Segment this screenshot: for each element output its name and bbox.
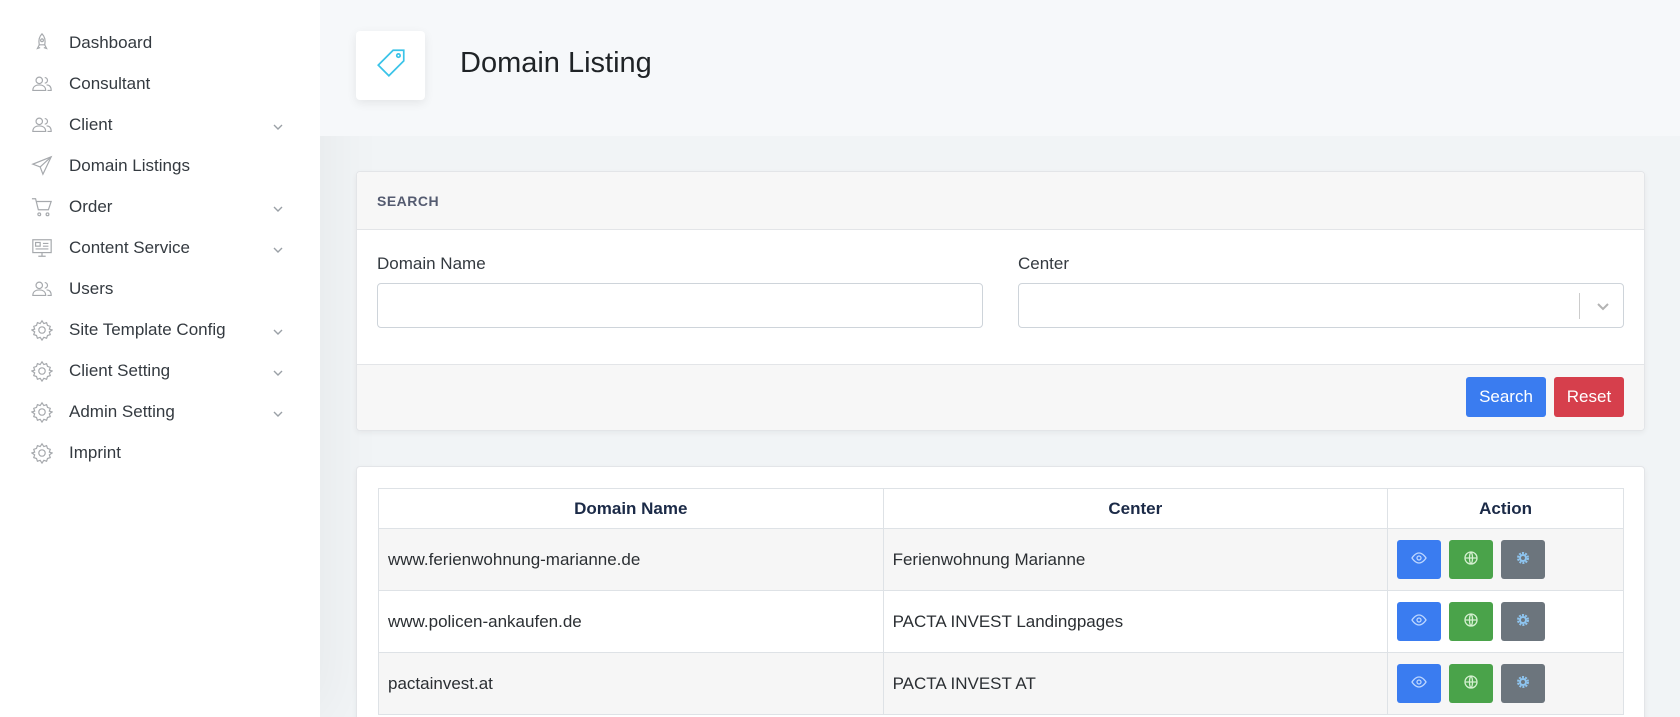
domain-name-input[interactable] xyxy=(377,283,983,328)
eye-icon xyxy=(1411,674,1427,693)
sidebar-item-label: Client xyxy=(69,114,113,134)
sidebar-item-label: Users xyxy=(69,278,114,298)
sidebar-item-label: Dashboard xyxy=(69,32,153,52)
sidebar-item-site-template-config[interactable]: Site Template Config xyxy=(30,309,286,350)
cell-center: PACTA INVEST Landingpages xyxy=(882,590,1389,653)
sidebar-item-label: Admin Setting xyxy=(69,401,175,421)
cell-center: PACTA INVEST AT xyxy=(882,652,1389,715)
visit-site-button[interactable] xyxy=(1449,602,1494,641)
cell-center: Ferienwohnung Marianne xyxy=(882,528,1389,591)
display-icon xyxy=(30,236,54,260)
sidebar-item-imprint[interactable]: Imprint xyxy=(30,432,286,473)
sidebar-item-dashboard[interactable]: Dashboard xyxy=(30,22,286,63)
select-separator xyxy=(1579,293,1580,319)
sidebar-item-content-service[interactable]: Content Service xyxy=(30,227,286,268)
view-button[interactable] xyxy=(1397,540,1442,579)
cell-domain: pactainvest.at xyxy=(378,652,884,715)
cog-icon xyxy=(1515,674,1531,693)
chevron-down-icon xyxy=(272,118,286,132)
gear-icon xyxy=(30,359,54,383)
search-card-header: SEARCH xyxy=(357,172,1644,230)
visit-site-button[interactable] xyxy=(1449,664,1494,703)
settings-button[interactable] xyxy=(1501,664,1546,703)
gear-icon xyxy=(30,441,54,465)
domain-name-label: Domain Name xyxy=(377,254,486,273)
cell-actions xyxy=(1387,528,1624,591)
column-header-action: Action xyxy=(1387,488,1624,529)
users-icon xyxy=(30,113,54,137)
eye-icon xyxy=(1411,612,1427,631)
domain-table-card: Domain Name Center Action www.ferienwohn… xyxy=(356,466,1645,717)
page-title-bar: Domain Listing xyxy=(320,0,1680,136)
tag-icon xyxy=(374,46,408,85)
table-row: www.policen-ankaufen.de PACTA INVEST Lan… xyxy=(378,590,1624,653)
chevron-down-icon xyxy=(272,405,286,419)
search-card: SEARCH Domain Name Center Search Reset xyxy=(356,171,1645,431)
sidebar-item-label: Client Setting xyxy=(69,360,171,380)
sidebar-item-admin-setting[interactable]: Admin Setting xyxy=(30,391,286,432)
visit-site-button[interactable] xyxy=(1449,540,1494,579)
domain-table: Domain Name Center Action www.ferienwohn… xyxy=(378,488,1624,715)
sidebar-item-client-setting[interactable]: Client Setting xyxy=(30,350,286,391)
chevron-down-icon xyxy=(272,241,286,255)
gear-icon xyxy=(30,400,54,424)
cell-actions xyxy=(1387,652,1624,715)
column-header-center[interactable]: Center xyxy=(882,488,1389,529)
cog-icon xyxy=(1515,612,1531,631)
sidebar-item-label: Domain Listings xyxy=(69,155,190,175)
reset-button[interactable]: Reset xyxy=(1554,377,1624,417)
globe-icon xyxy=(1463,612,1479,631)
page-title: Domain Listing xyxy=(460,47,652,79)
sidebar-item-label: Imprint xyxy=(69,442,121,462)
globe-icon xyxy=(1463,674,1479,693)
table-header-row: Domain Name Center Action xyxy=(378,488,1624,529)
users-icon xyxy=(30,277,54,301)
cog-icon xyxy=(1515,550,1531,569)
search-card-footer: Search Reset xyxy=(357,364,1644,430)
main-content: Domain Listing SEARCH Domain Name Center… xyxy=(320,0,1680,717)
eye-icon xyxy=(1411,550,1427,569)
cell-domain: www.ferienwohnung-marianne.de xyxy=(378,528,884,591)
sidebar: Dashboard Consultant Client Domain Listi… xyxy=(0,0,320,717)
chevron-down-icon xyxy=(272,323,286,337)
center-label: Center xyxy=(1018,254,1070,273)
sidebar-item-label: Order xyxy=(69,196,113,216)
chevron-down-icon[interactable] xyxy=(1593,296,1613,316)
sidebar-item-consultant[interactable]: Consultant xyxy=(30,63,286,104)
table-row: www.ferienwohnung-marianne.de Ferienwohn… xyxy=(378,528,1624,591)
chevron-down-icon xyxy=(272,200,286,214)
chevron-down-icon xyxy=(272,364,286,378)
paper-plane-icon xyxy=(30,154,54,178)
sidebar-item-domain-listings[interactable]: Domain Listings xyxy=(30,145,286,186)
search-card-title: SEARCH xyxy=(377,193,440,209)
users-icon xyxy=(30,72,54,96)
title-icon-box xyxy=(356,31,425,100)
sidebar-item-users[interactable]: Users xyxy=(30,268,286,309)
column-header-domain[interactable]: Domain Name xyxy=(378,488,884,529)
sidebar-item-label: Site Template Config xyxy=(69,319,226,339)
sidebar-item-client[interactable]: Client xyxy=(30,104,286,145)
view-button[interactable] xyxy=(1397,664,1442,703)
center-select[interactable] xyxy=(1018,283,1624,328)
globe-icon xyxy=(1463,550,1479,569)
cell-actions xyxy=(1387,590,1624,653)
sidebar-item-order[interactable]: Order xyxy=(30,186,286,227)
search-button[interactable]: Search xyxy=(1466,377,1546,417)
settings-button[interactable] xyxy=(1501,602,1546,641)
cell-domain: www.policen-ankaufen.de xyxy=(378,590,884,653)
settings-button[interactable] xyxy=(1501,540,1546,579)
view-button[interactable] xyxy=(1397,602,1442,641)
cart-icon xyxy=(30,195,54,219)
table-row: pactainvest.at PACTA INVEST AT xyxy=(378,652,1624,715)
sidebar-item-label: Consultant xyxy=(69,73,151,93)
gear-icon xyxy=(30,318,54,342)
sidebar-item-label: Content Service xyxy=(69,237,190,257)
rocket-icon xyxy=(30,31,54,55)
